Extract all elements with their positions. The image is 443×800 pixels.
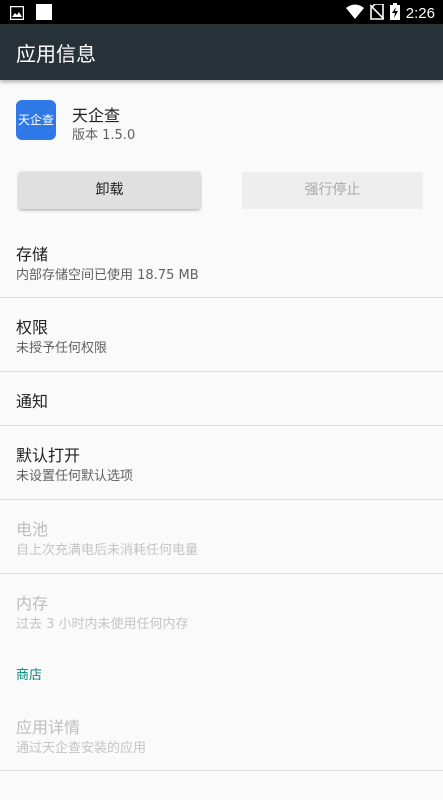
status-right-icons: 2:26 xyxy=(345,2,435,24)
memory-title: 内存 xyxy=(16,594,49,613)
permissions-title: 权限 xyxy=(16,318,49,337)
app-bar: 应用信息 xyxy=(0,24,443,80)
battery-charging-icon xyxy=(389,3,400,24)
battery-subtitle: 自上次充满电后未消耗任何电量 xyxy=(16,543,199,558)
memory-row: 内存 过去 3 小时内未使用任何内存 xyxy=(0,574,443,644)
battery-title: 电池 xyxy=(16,520,49,539)
permissions-row[interactable]: 权限 未授予任何权限 xyxy=(0,298,443,371)
wifi-icon xyxy=(345,4,364,23)
open-by-default-subtitle: 未设置任何默认选项 xyxy=(16,469,134,484)
permissions-subtitle: 未授予任何权限 xyxy=(16,341,108,356)
app-details-row: 应用详情 通过天企查安装的应用 xyxy=(0,698,443,770)
status-bar: 2:26 xyxy=(0,0,443,24)
storage-subtitle: 内部存储空间已使用 18.75 MB xyxy=(16,268,199,283)
uninstall-button[interactable]: 卸载 xyxy=(19,172,200,209)
no-sim-icon xyxy=(369,2,385,24)
app-icon: 天企查 xyxy=(16,100,56,140)
app-header: 天企查 天企查 版本 1.5.0 xyxy=(0,96,443,156)
open-by-default-title: 默认打开 xyxy=(16,446,81,465)
app-details-subtitle: 通过天企查安装的应用 xyxy=(16,741,147,756)
battery-row: 电池 自上次充满电后未消耗任何电量 xyxy=(0,500,443,573)
store-category-header: 商店 xyxy=(16,668,43,683)
memory-subtitle: 过去 3 小时内未使用任何内存 xyxy=(16,617,189,632)
notifications-row[interactable]: 通知 xyxy=(0,372,443,425)
status-left-icons xyxy=(9,4,52,24)
storage-row[interactable]: 存储 内部存储空间已使用 18.75 MB xyxy=(0,228,443,298)
status-time: 2:26 xyxy=(405,5,435,22)
app-details-title: 应用详情 xyxy=(16,718,81,737)
notifications-title: 通知 xyxy=(16,392,49,411)
storage-title: 存储 xyxy=(16,245,49,264)
square-icon xyxy=(36,4,52,24)
open-by-default-row[interactable]: 默认打开 未设置任何默认选项 xyxy=(0,426,443,499)
page-title: 应用信息 xyxy=(16,42,96,66)
image-icon xyxy=(9,5,25,24)
app-name: 天企查 xyxy=(72,106,121,125)
app-version: 版本 1.5.0 xyxy=(72,128,136,143)
divider xyxy=(0,770,443,771)
force-stop-button: 强行停止 xyxy=(242,172,423,209)
